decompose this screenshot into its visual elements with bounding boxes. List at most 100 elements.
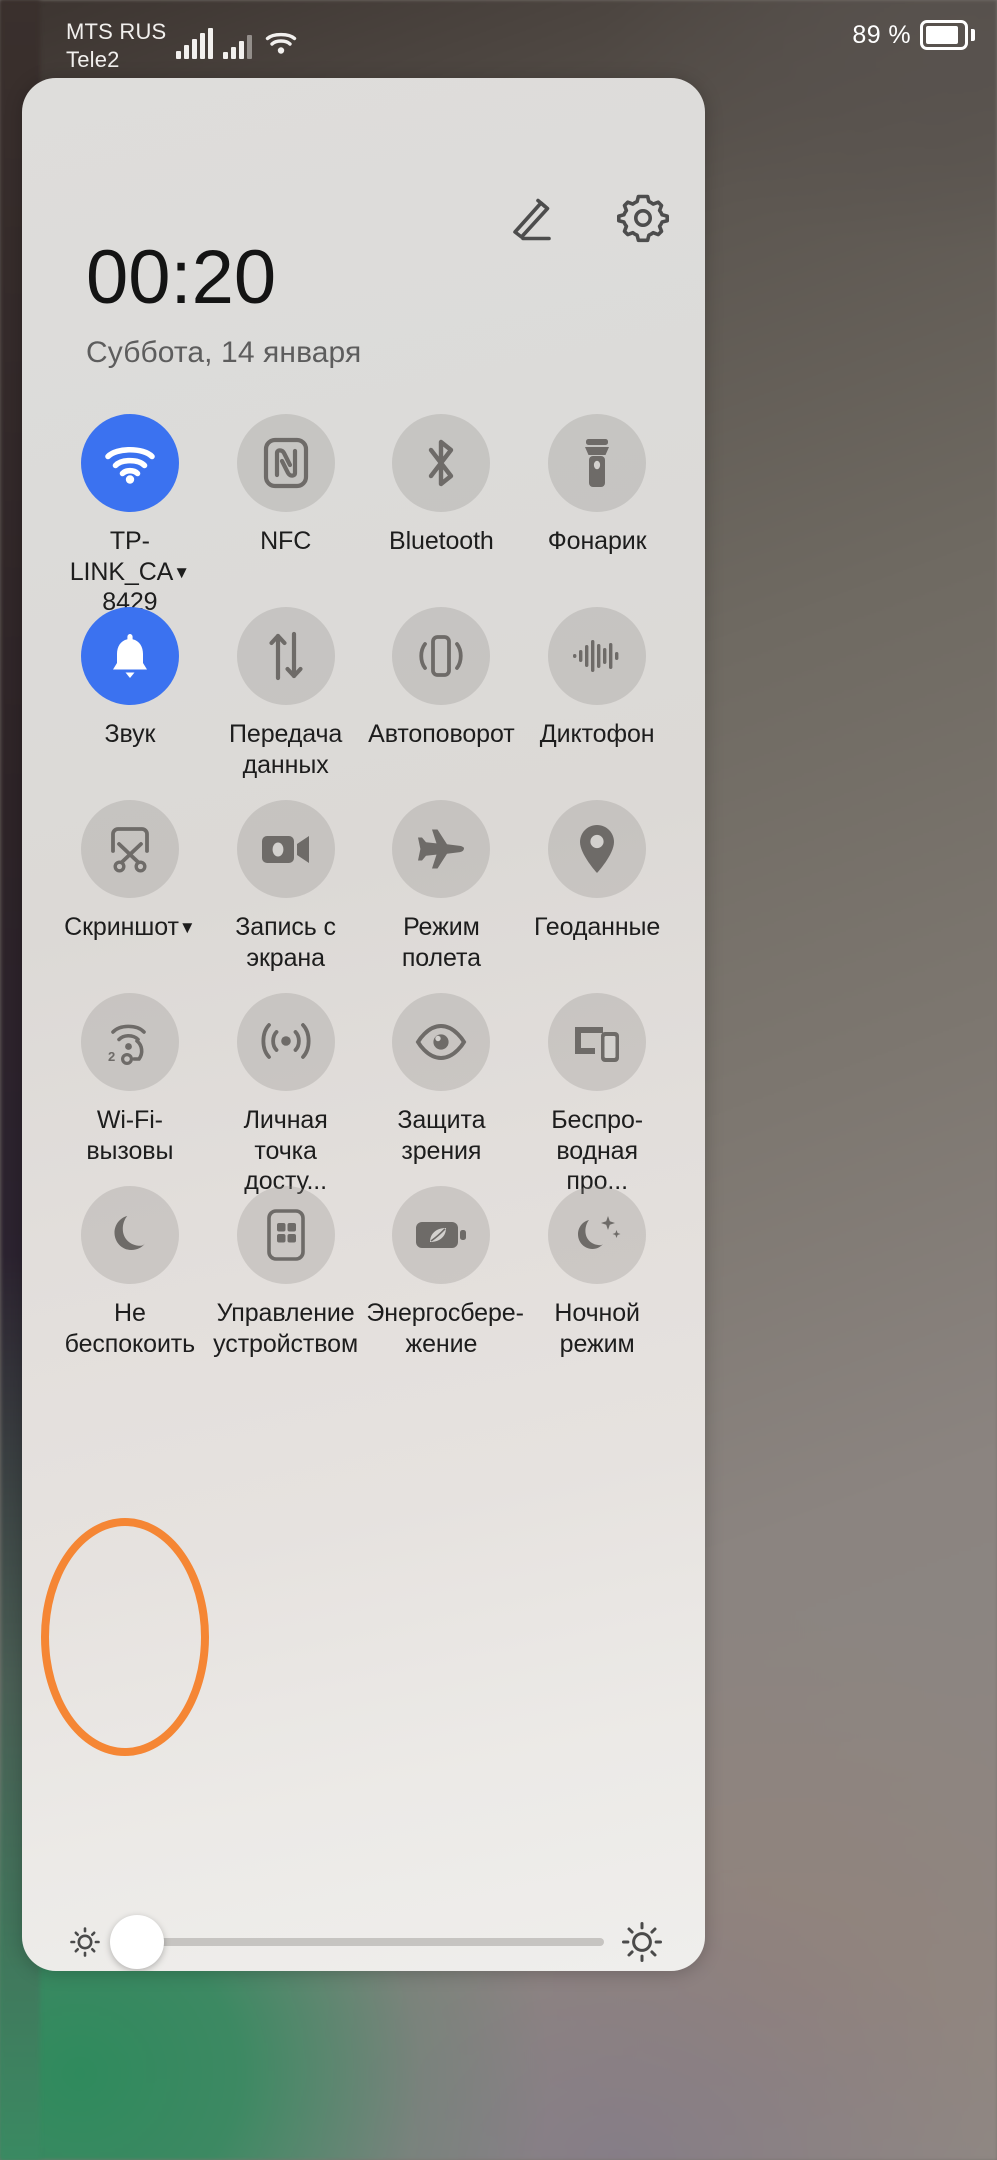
battery-saver-leaf-icon [414,1218,468,1252]
tile-location[interactable]: Геоданные [519,784,675,977]
tile-wifi-calling[interactable]: 2 Wi-Fi-вызовы [52,977,208,1170]
tile-auto-rotate[interactable]: Автоповорот [364,591,520,784]
tile-voice-recorder[interactable]: Диктофон [519,591,675,784]
tile-icon-circle-night-mode[interactable] [548,1186,647,1284]
tile-do-not-disturb[interactable]: Не беспокоить [52,1170,208,1363]
device-control-icon [266,1209,306,1261]
signal-bars-icon-sim1 [176,27,214,61]
status-bar-left: MTS RUS Tele2 [66,18,298,73]
status-bar: MTS RUS Tele2 89 % [0,0,997,88]
tile-icon-circle-wireless-projection[interactable] [548,993,647,1091]
tile-label-auto-rotate: Автоповорот [368,720,515,748]
pencil-edit-icon[interactable] [505,191,559,245]
moon-crescent-icon [107,1211,153,1259]
tile-label-nfc: NFC [260,527,312,555]
tile-hotspot[interactable]: Личная точка досту... [208,977,364,1195]
night-mode-moon-stars-icon [572,1211,622,1259]
tile-icon-circle-mobile-data[interactable] [236,607,335,705]
clock-time[interactable]: 00:20 [86,240,361,316]
tile-icon-circle-device-control[interactable] [236,1186,335,1284]
tile-device-control[interactable]: Управление устройством [208,1170,364,1363]
brightness-slider-row [66,1915,666,1969]
chevron-down-icon[interactable]: ▼ [173,563,190,582]
bell-sound-icon [109,631,151,681]
tile-flashlight[interactable]: Фонарик [519,398,675,591]
tile-mobile-data[interactable]: Передача данных [208,591,364,784]
wireless-projection-icon [571,1020,623,1064]
tile-label-wifi-calling: Wi-Fi-вызовы [86,1106,174,1165]
tile-icon-circle-nfc[interactable] [236,414,335,512]
voice-recorder-icon [571,638,623,674]
tile-icon-circle-location[interactable] [548,800,647,898]
gear-icon[interactable] [615,190,671,246]
airplane-icon [415,826,467,872]
tile-nfc[interactable]: NFC [208,398,364,591]
tile-icon-circle-hotspot[interactable] [236,993,335,1091]
nfc-icon [263,437,309,489]
quick-settings-tiles-grid: TP-LINK_CA▼ 8429 NFC Bluetooth Фонарик Зв… [52,398,675,1363]
tile-icon-circle-power-saving[interactable] [392,1186,491,1284]
brightness-slider-thumb[interactable] [110,1915,165,1969]
tile-icon-circle-wifi[interactable] [80,414,179,512]
brightness-high-sun-icon [618,1918,666,1966]
tile-sound[interactable]: Звук [52,591,208,784]
location-pin-icon [577,823,617,875]
bluetooth-icon [422,436,460,490]
screenshot-scissors-icon [105,824,155,874]
tile-airplane-mode[interactable]: Режим полета [364,784,520,977]
tile-label-airplane-mode: Режим полета [401,913,481,972]
tile-icon-circle-airplane-mode[interactable] [392,800,491,898]
clock-date[interactable]: Суббота, 14 января [86,336,361,370]
tile-label-power-saving: Энергосбере-жение [366,1299,524,1358]
tile-icon-circle-bluetooth[interactable] [392,414,491,512]
signal-bars-icon-sim2 [223,31,253,61]
tile-label-screen-record: Запись с экрана [235,913,336,972]
wifi-icon [103,441,157,485]
status-bar-right: 89 % [852,20,975,50]
svg-text:2: 2 [108,1049,115,1064]
mobile-data-arrows-icon [265,630,307,682]
hotspot-icon [261,1017,311,1067]
chevron-down-icon[interactable]: ▼ [179,918,196,937]
tile-icon-circle-flashlight[interactable] [548,414,647,512]
brightness-slider-track[interactable] [110,1915,604,1969]
quick-settings-panel: 00:20 Суббота, 14 января TP-LINK_CA▼ 8429… [22,78,705,1971]
tile-screenshot[interactable]: Скриншот▼ [52,784,208,977]
tile-wireless-projection[interactable]: Беспро-водная про... [519,977,675,1195]
tile-screen-record[interactable]: Запись с экрана [208,784,364,977]
tile-night-mode[interactable]: Ночной режим [519,1170,675,1363]
screen-record-camera-icon [260,832,312,866]
tile-eye-comfort[interactable]: Защита зрения [364,977,520,1170]
tile-icon-circle-eye-comfort[interactable] [392,993,491,1091]
tile-label-location: Геоданные [534,913,661,941]
tile-label-voice-recorder: Диктофон [539,720,655,748]
tile-label-eye-comfort: Защита зрения [397,1106,486,1165]
tile-icon-circle-voice-recorder[interactable] [548,607,647,705]
tile-wifi[interactable]: TP-LINK_CA▼ 8429 [52,398,208,616]
eye-comfort-icon [414,1023,468,1061]
tile-icon-circle-auto-rotate[interactable] [392,607,491,705]
tile-icon-circle-screenshot[interactable] [80,800,179,898]
tile-label-sound: Звук [104,720,156,748]
tile-icon-circle-screen-record[interactable] [236,800,335,898]
tile-icon-circle-do-not-disturb[interactable] [80,1186,179,1284]
tile-label-screenshot: Скриншот▼ [64,913,196,941]
wifi-calling-icon: 2 [104,1019,156,1065]
tile-power-saving[interactable]: Энергосбере-жение [364,1170,524,1363]
panel-header-icons [505,190,671,246]
battery-icon [920,20,975,50]
brightness-low-sun-icon [66,1923,104,1961]
battery-percent-label: 89 % [852,20,911,49]
tile-label-flashlight: Фонарик [547,527,647,555]
tile-label-device-control: Управление устройством [213,1299,359,1358]
tile-label-bluetooth: Bluetooth [389,527,494,555]
auto-rotate-icon [415,631,467,681]
tile-icon-circle-wifi-calling[interactable]: 2 [80,993,179,1091]
flashlight-icon [580,437,614,489]
clock-block: 00:20 Суббота, 14 января [86,240,361,370]
tile-icon-circle-sound[interactable] [80,607,179,705]
tile-label-mobile-data: Передача данных [229,720,343,779]
tile-bluetooth[interactable]: Bluetooth [364,398,520,591]
carrier-name-1: MTS RUS [66,19,167,44]
tile-label-do-not-disturb: Не беспокоить [64,1299,196,1358]
